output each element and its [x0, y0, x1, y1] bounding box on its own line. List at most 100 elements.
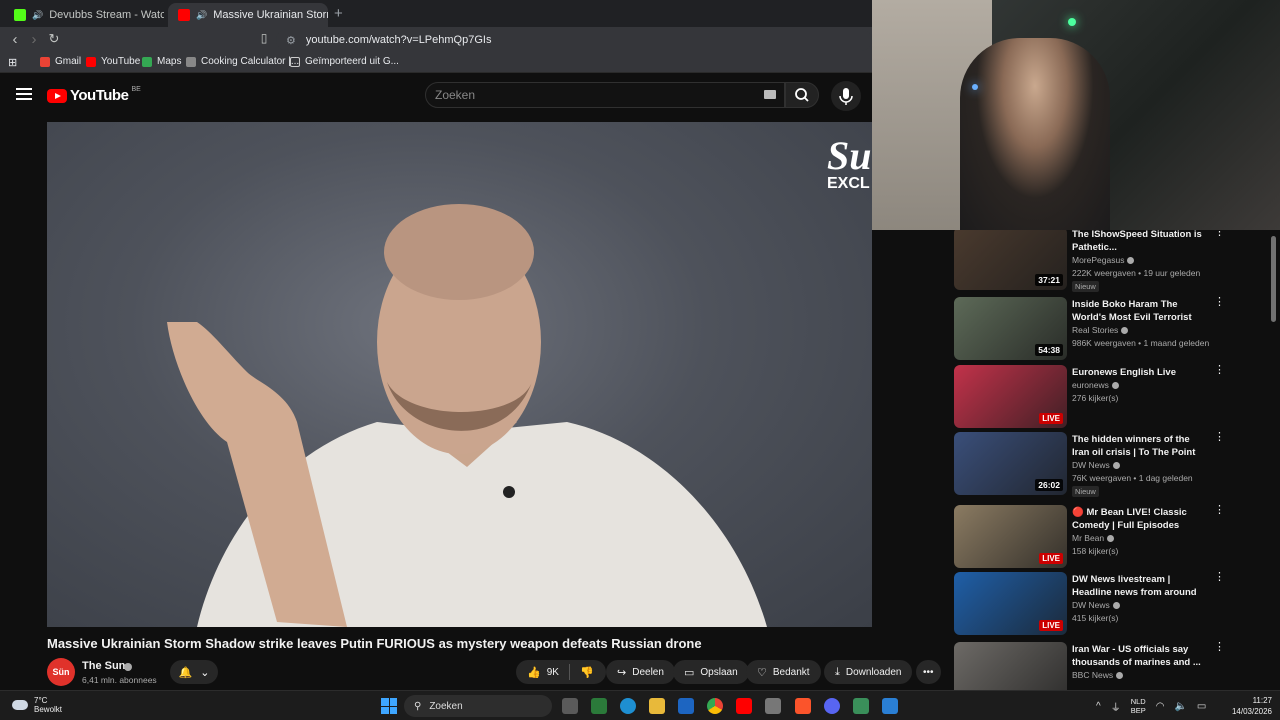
start-button[interactable] [381, 698, 397, 714]
system-tray: ^ ⏚ NLD BEP ◠ 🔈 ▭ [1096, 697, 1206, 715]
recommended-video[interactable]: 26:02 The hidden winners of the Iran oil … [954, 432, 1226, 497]
bookmark-youtube[interactable]: YouTube [86, 56, 140, 67]
new-tab-button[interactable]: + [334, 5, 343, 22]
taskbar-clock[interactable]: 11:27 14/03/2026 [1222, 695, 1272, 717]
recommended-video[interactable]: Iran War - US officials say thousands of… [954, 642, 1226, 690]
youtube-app-icon[interactable] [736, 698, 752, 714]
notification-bell-button[interactable]: 🔔 ⌄ [170, 660, 218, 684]
search-input[interactable]: Zoeken [425, 82, 785, 108]
search-icon [795, 88, 809, 102]
share-button[interactable]: ↪ Deelen [606, 660, 675, 684]
back-icon[interactable]: ‹ [6, 31, 24, 48]
wifi-icon[interactable]: ◠ [1156, 701, 1165, 712]
usb-icon[interactable]: ⏚ [1111, 699, 1121, 714]
video-thumbnail[interactable]: LIVE [954, 505, 1067, 568]
taskbar-search[interactable]: ⚲ Zoeken [404, 695, 552, 717]
chrome-icon[interactable] [707, 698, 723, 714]
thanks-button[interactable]: ♡ Bedankt [746, 660, 821, 684]
recommended-channel-name[interactable]: Mr Bean [1072, 533, 1115, 543]
video-duration: 37:21 [1035, 274, 1063, 286]
sidebar-scrollbar[interactable] [1271, 236, 1276, 322]
settings-app-icon[interactable] [882, 698, 898, 714]
weather-widget[interactable]: 7°C Bewolkt [12, 696, 62, 714]
recommended-video-title: Euronews English Live [1072, 367, 1176, 378]
tab-devubbs-stream[interactable]: 🔊 Devubbs Stream - Watch Live on [4, 3, 164, 27]
tab-label: Devubbs Stream - Watch Live on [49, 9, 164, 21]
recommended-channel-name[interactable]: euronews [1072, 380, 1119, 390]
hamburger-menu-icon[interactable] [16, 88, 32, 100]
file-explorer-icon[interactable] [649, 698, 665, 714]
live-badge: LIVE [1039, 413, 1063, 424]
recommended-video[interactable]: LIVE Euronews English Live euronews 276 kij… [954, 365, 1226, 429]
bookmark-folder-imported[interactable]: Geïmporteerd uit G... [290, 56, 399, 67]
youtube-logo[interactable]: YouTube BE [47, 86, 141, 104]
search-button[interactable] [785, 82, 819, 108]
site-info-icon[interactable]: ⚙ [286, 34, 296, 47]
more-vertical-icon[interactable]: ⋮ [1214, 505, 1225, 516]
video-thumbnail[interactable]: 54:38 [954, 297, 1067, 360]
apps-grid-icon[interactable]: ⊞ [8, 56, 17, 69]
video-thumbnail[interactable]: 37:21 [954, 230, 1067, 290]
reload-icon[interactable]: ↻ [45, 31, 63, 47]
task-view-icon[interactable] [562, 698, 578, 714]
recommended-channel-name[interactable]: BBC News [1072, 670, 1124, 680]
thumbs-up-icon[interactable]: 👍 [527, 666, 541, 679]
more-vertical-icon[interactable]: ⋮ [1214, 365, 1225, 376]
more-vertical-icon[interactable]: ⋮ [1214, 572, 1225, 583]
volume-icon[interactable]: 🔈 [1174, 701, 1186, 712]
recommended-video[interactable]: LIVE DW News livestream | Headline news f… [954, 572, 1226, 636]
recommended-channel-name[interactable]: MorePegasus [1072, 255, 1135, 265]
voice-search-button[interactable] [831, 81, 861, 111]
more-vertical-icon[interactable]: ⋮ [1214, 297, 1225, 308]
video-thumbnail[interactable]: 26:02 [954, 432, 1067, 495]
verified-icon [1127, 257, 1135, 265]
save-button[interactable]: ▭ Opslaan [673, 660, 749, 684]
more-vertical-icon[interactable]: ⋮ [1214, 432, 1225, 443]
discord-icon[interactable] [824, 698, 840, 714]
bookmark-maps[interactable]: Maps [142, 56, 181, 67]
verified-icon [1121, 327, 1129, 335]
recommended-channel-name[interactable]: DW News [1072, 460, 1120, 470]
channel-avatar[interactable]: Sün [47, 658, 75, 686]
like-count[interactable]: 9K [547, 667, 559, 678]
gmail-icon [40, 56, 50, 67]
recommended-video-meta: 986K weergaven • 1 maand geleden [1072, 338, 1210, 348]
more-vertical-icon[interactable]: ⋮ [1214, 642, 1225, 653]
more-vertical-icon[interactable]: ⋮ [1214, 230, 1225, 238]
bookmark-cooking-calculator[interactable]: Cooking Calculator |... [186, 56, 299, 67]
brave-icon[interactable] [795, 698, 811, 714]
recommended-video[interactable]: 37:21 The IShowSpeed Situation is Patheti… [954, 230, 1226, 292]
calculator-icon[interactable] [765, 698, 781, 714]
video-thumbnail[interactable]: LIVE [954, 365, 1067, 428]
thumbs-down-icon[interactable]: 👎 [580, 666, 594, 679]
address-bar[interactable]: ⚙ youtube.com/watch?v=LPehmQp7GIs [276, 29, 872, 51]
recommended-video-title: Inside Boko Haram The World's Most Evil … [1072, 299, 1192, 323]
video-player[interactable]: Su EXCL S [47, 122, 872, 627]
download-button[interactable]: ⤓ Downloaden [824, 660, 913, 684]
language-indicator[interactable]: NLD BEP [1131, 697, 1146, 715]
video-thumbnail[interactable]: LIVE [954, 572, 1067, 635]
channel-name[interactable]: The Sun [82, 660, 125, 672]
more-actions-button[interactable]: ••• [916, 660, 941, 684]
recommended-channel-name[interactable]: Real Stories [1072, 325, 1129, 335]
recommended-video[interactable]: 54:38 Inside Boko Haram The World's Most … [954, 297, 1226, 361]
battery-icon[interactable]: ▭ [1197, 701, 1206, 712]
new-badge: Nieuw [1072, 281, 1099, 292]
bookmark-icon[interactable]: ▯ [255, 31, 273, 45]
chevron-up-icon[interactable]: ^ [1096, 701, 1101, 712]
webcam-blue-light [972, 84, 978, 90]
recommended-video[interactable]: LIVE 🔴 Mr Bean LIVE! Classic Comedy | Ful… [954, 505, 1226, 569]
edge-icon[interactable] [620, 698, 636, 714]
video-thumbnail[interactable] [954, 642, 1067, 690]
calculator-app-icon[interactable] [591, 698, 607, 714]
keyboard-icon[interactable] [764, 90, 776, 99]
forward-icon[interactable]: › [25, 31, 43, 48]
game-app-icon[interactable] [853, 698, 869, 714]
tab-youtube-video[interactable]: 🔊 Massive Ukrainian Storm Sha × [168, 3, 328, 27]
url-text: youtube.com/watch?v=LPehmQp7GIs [305, 34, 492, 46]
bookmark-gmail[interactable]: Gmail [40, 56, 81, 67]
live-badge: LIVE [1039, 553, 1063, 564]
youtube-icon [86, 56, 96, 67]
outlook-icon[interactable] [678, 698, 694, 714]
recommended-channel-name[interactable]: DW News [1072, 600, 1120, 610]
